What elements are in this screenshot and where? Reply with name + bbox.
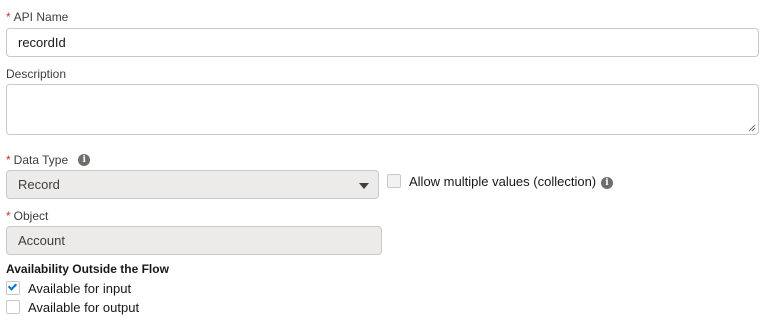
api-name-input[interactable]: recordId: [6, 28, 759, 57]
info-icon[interactable]: i: [601, 177, 613, 189]
availability-section-title: Availability Outside the Flow: [6, 262, 169, 276]
description-label-text: Description: [6, 67, 67, 81]
object-label: * Object: [6, 209, 48, 223]
available-for-input-checkbox[interactable]: [6, 281, 20, 295]
object-label-text: Object: [13, 209, 49, 223]
data-type-selected-value: Record: [18, 177, 60, 192]
data-type-label-text: Data Type: [13, 153, 69, 167]
required-marker: *: [6, 209, 11, 223]
available-for-input-label: Available for input: [28, 281, 132, 296]
required-marker: *: [6, 10, 11, 24]
chevron-down-icon: [359, 183, 369, 189]
data-type-select[interactable]: Record: [6, 170, 379, 199]
checkmark-icon: [7, 281, 18, 291]
object-value: Account: [18, 233, 65, 248]
collection-label: Allow multiple values (collection): [409, 174, 596, 189]
available-for-output-checkbox[interactable]: [6, 300, 20, 314]
collection-label-text: Allow multiple values (collection): [409, 174, 597, 189]
description-textarea[interactable]: [6, 84, 759, 135]
api-name-value: recordId: [18, 35, 66, 50]
collection-checkbox[interactable]: [387, 174, 401, 188]
data-type-label: * Data Type i: [6, 153, 91, 167]
resize-handle-icon[interactable]: [748, 124, 756, 132]
api-name-label-text: API Name: [13, 10, 69, 24]
resource-form: * API Name recordId Description * Data T…: [0, 0, 768, 323]
info-icon[interactable]: i: [78, 154, 91, 166]
api-name-label: * API Name: [6, 10, 68, 24]
description-label: Description: [6, 67, 66, 81]
object-input: Account: [6, 226, 382, 255]
available-for-output-label: Available for output: [28, 300, 140, 315]
required-marker: *: [6, 153, 11, 167]
